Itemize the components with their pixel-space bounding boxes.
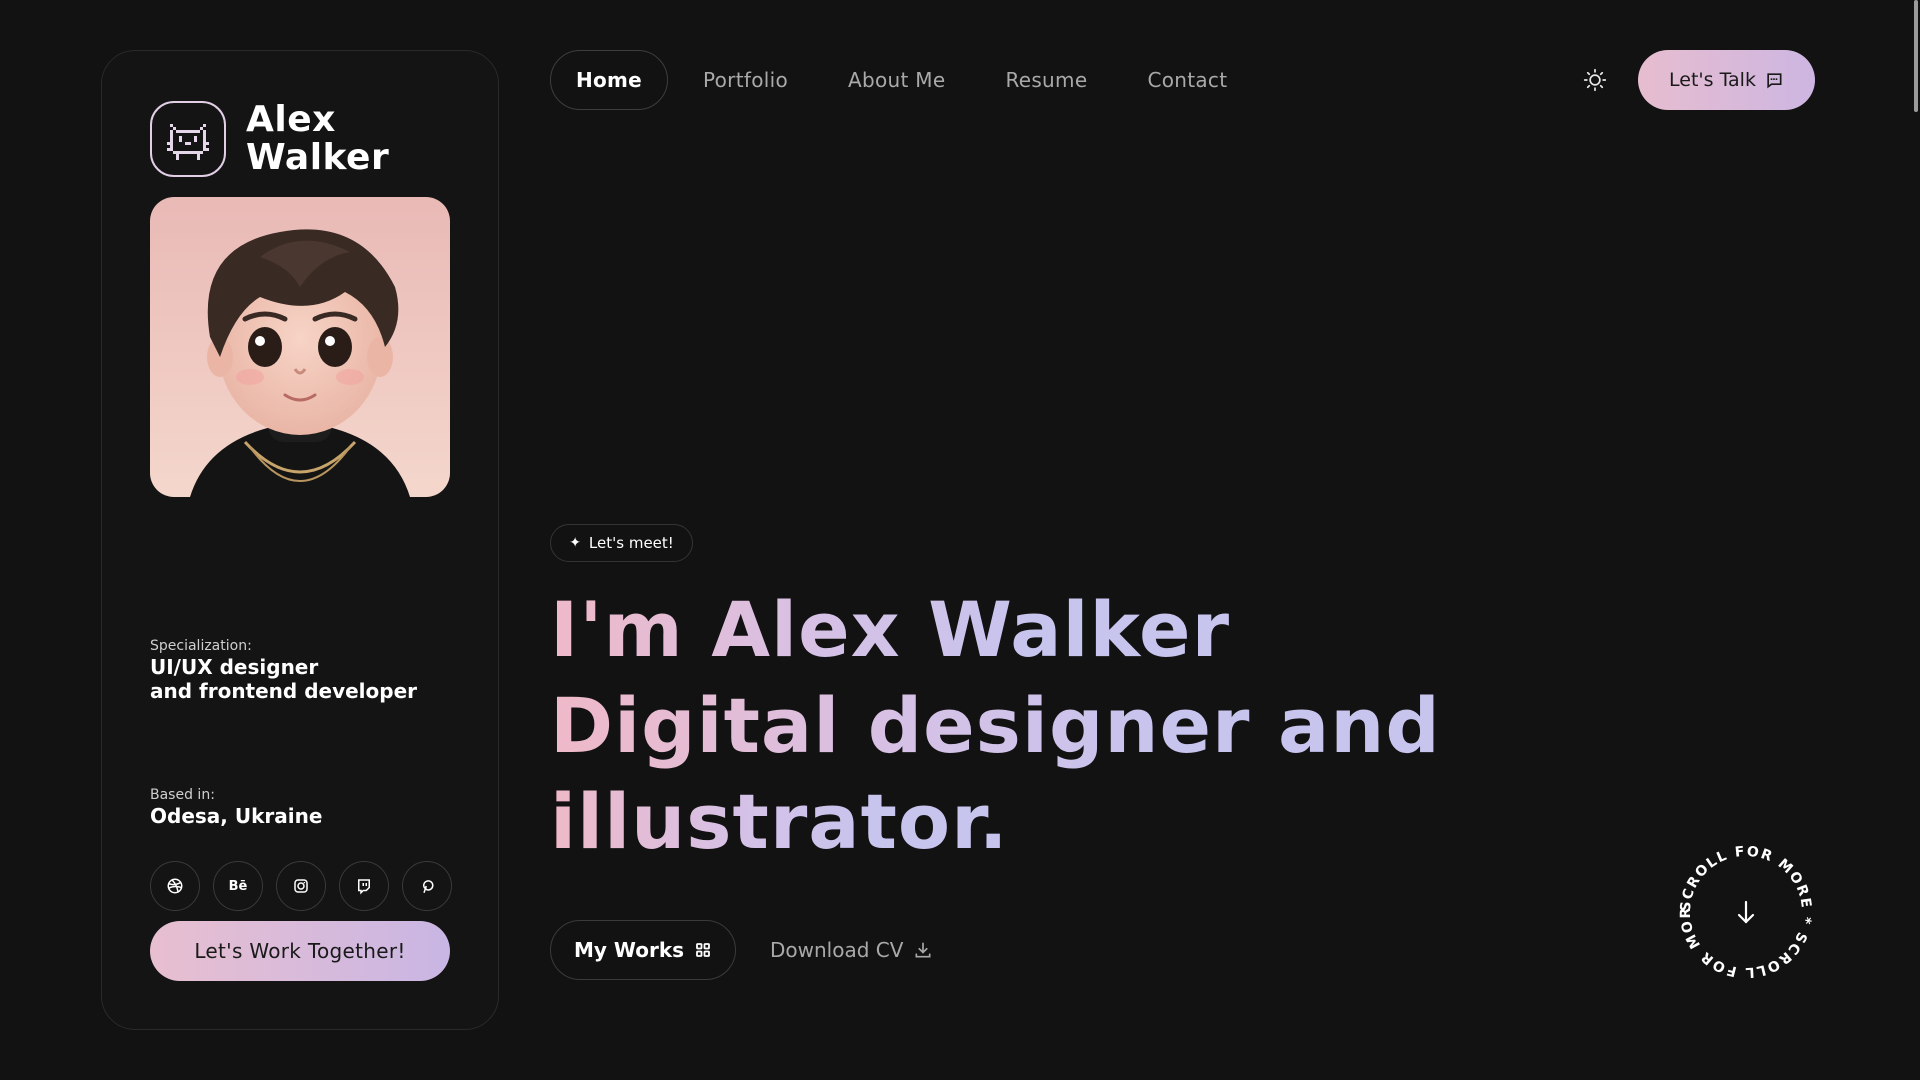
sun-icon[interactable]	[1582, 67, 1608, 93]
social-links: Bē	[150, 861, 452, 911]
specialization-value: UI/UX designer and frontend developer	[150, 655, 417, 703]
brand-name: Alex Walker	[246, 101, 389, 177]
instagram-icon[interactable]	[276, 861, 326, 911]
hero-title-line: Digital designer and	[550, 678, 1441, 774]
grid-icon	[696, 943, 710, 957]
lets-meet-badge: ✦ Let's meet!	[550, 524, 693, 562]
my-works-label: My Works	[573, 938, 685, 962]
specialization-label: Specialization:	[150, 638, 252, 654]
brand[interactable]: Alex Walker	[150, 101, 389, 177]
page: Alex Walker Specialization: UI/UX design…	[0, 0, 1920, 1080]
download-icon	[915, 942, 931, 958]
my-works-button[interactable]: My Works	[550, 920, 736, 980]
avatar	[150, 197, 450, 497]
nav-item-portfolio[interactable]: Portfolio	[703, 68, 788, 92]
brand-last-name: Walker	[246, 137, 390, 178]
scroll-for-more-badge[interactable]: SCROLL FOR MORE * SCROLL FOR MORE *	[1670, 830, 1816, 982]
brand-first-name: Alex	[246, 99, 336, 140]
main-nav: Home Portfolio About Me Resume Contact	[550, 50, 1287, 110]
profile-card: Alex Walker Specialization: UI/UX design…	[101, 50, 499, 1030]
nav-item-contact[interactable]: Contact	[1147, 68, 1227, 92]
scrollbar[interactable]	[1914, 0, 1918, 112]
based-in-value: Odesa, Ukraine	[150, 804, 323, 828]
pixel-cat-icon	[150, 101, 226, 177]
hero-title-line: illustrator.	[550, 774, 1009, 870]
hero-title-line: I'm Alex Walker	[550, 582, 1230, 678]
download-cv-label: Download CV	[770, 938, 904, 962]
download-cv-button[interactable]: Download CV	[770, 920, 933, 980]
behance-icon[interactable]: Bē	[213, 861, 263, 911]
nav-item-home[interactable]: Home	[550, 50, 668, 110]
specialization-line: and frontend developer	[150, 679, 418, 703]
arrow-down-icon	[1737, 900, 1755, 924]
dribbble-icon[interactable]	[150, 861, 200, 911]
chat-icon	[1767, 73, 1782, 89]
sparkle-icon: ✦	[569, 535, 581, 551]
work-together-button[interactable]: Let's Work Together!	[150, 921, 450, 981]
lets-talk-label: Let's Talk	[1669, 69, 1756, 91]
badge-label: Let's meet!	[588, 534, 674, 552]
nav-item-resume[interactable]: Resume	[1005, 68, 1087, 92]
nav-item-about-me[interactable]: About Me	[848, 68, 945, 92]
pinterest-icon[interactable]	[402, 861, 452, 911]
based-in-label: Based in:	[150, 787, 215, 803]
lets-talk-button[interactable]: Let's Talk	[1638, 50, 1815, 110]
twitch-icon[interactable]	[339, 861, 389, 911]
specialization-line: UI/UX designer	[150, 655, 319, 679]
